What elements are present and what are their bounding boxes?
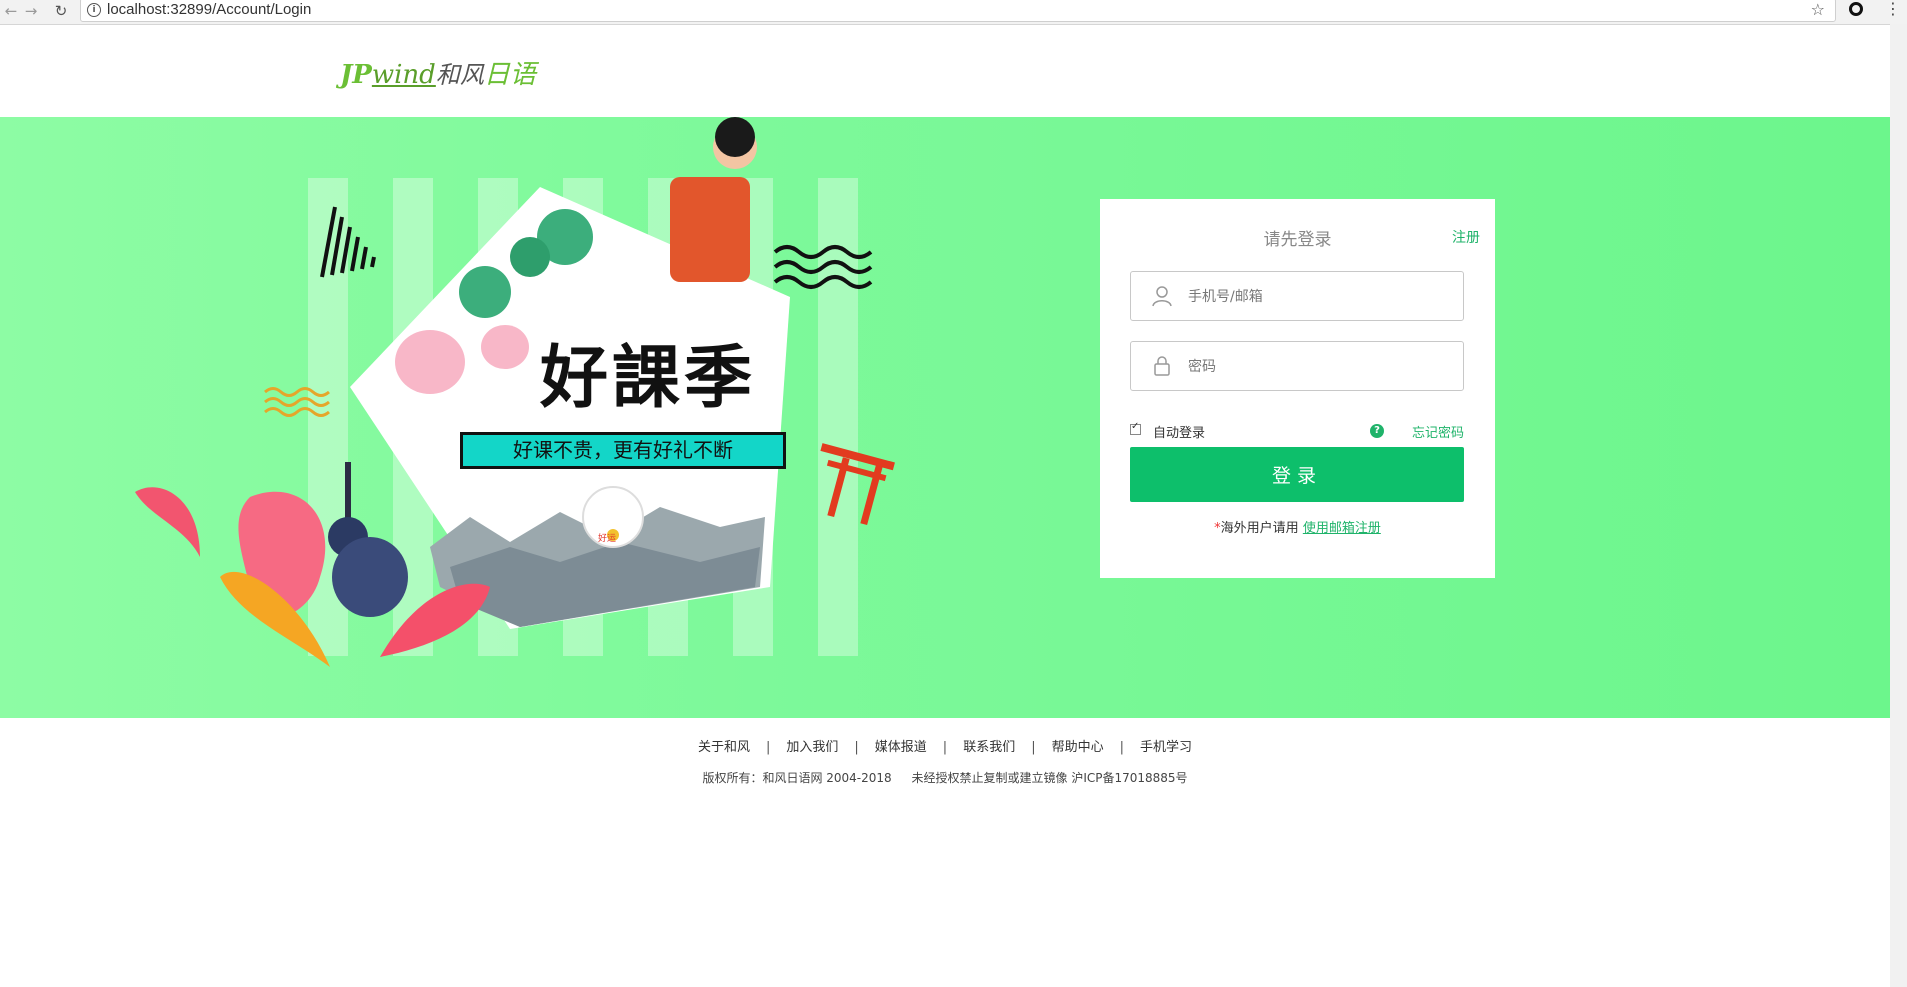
footer-link-help[interactable]: 帮助中心 bbox=[1036, 740, 1120, 755]
banner-headline: 好課季 bbox=[540, 338, 757, 418]
banner-illustration: 好运 bbox=[135, 117, 895, 667]
extension-icon[interactable] bbox=[1849, 2, 1863, 16]
password-input[interactable] bbox=[1186, 354, 1450, 380]
footer-divider: | bbox=[1031, 740, 1036, 755]
forgot-password-link[interactable]: 忘记密码 bbox=[1412, 422, 1464, 441]
petal-decoration bbox=[135, 487, 200, 557]
bookmark-star-icon[interactable]: ☆ bbox=[1811, 0, 1825, 19]
copyright: 版权所有：和风日语网 2004-2018 未经授权禁止复制或建立镜像 沪ICP备… bbox=[0, 769, 1890, 786]
wave-decoration bbox=[773, 275, 873, 289]
username-input[interactable] bbox=[1186, 284, 1450, 310]
overseas-register-note: *海外用户请用 使用邮箱注册 bbox=[1100, 517, 1495, 536]
banner-tagline: 好课不贵，更有好礼不断 bbox=[460, 432, 786, 469]
page-scrollbar[interactable] bbox=[1890, 24, 1907, 987]
reload-icon[interactable]: ↻ bbox=[50, 1, 72, 21]
login-button[interactable]: 登录 bbox=[1130, 447, 1464, 502]
footer-nav: 关于和风 | 加入我们 | 媒体报道 | 联系我们 | 帮助中心 | 手机学习 bbox=[0, 736, 1890, 755]
register-link[interactable]: 注册 bbox=[1452, 227, 1480, 247]
pine-tree bbox=[459, 266, 511, 318]
triangle-stripes bbox=[320, 206, 376, 278]
footer-link-join[interactable]: 加入我们 bbox=[770, 740, 854, 755]
back-icon[interactable]: ← bbox=[0, 1, 22, 21]
forward-icon[interactable]: → bbox=[20, 1, 42, 21]
torii-gate bbox=[820, 443, 895, 526]
wave-decoration bbox=[773, 260, 873, 274]
help-icon[interactable]: ? bbox=[1370, 424, 1384, 438]
wave-decoration bbox=[264, 397, 330, 407]
footer-link-mobile[interactable]: 手机学习 bbox=[1124, 740, 1208, 755]
wave-decoration bbox=[773, 245, 873, 259]
lantern bbox=[481, 325, 529, 369]
info-icon[interactable]: i bbox=[87, 3, 101, 17]
user-icon bbox=[1152, 286, 1172, 307]
geisha-figure bbox=[670, 177, 750, 282]
geisha-hair bbox=[715, 117, 755, 157]
footer-link-about[interactable]: 关于和风 bbox=[682, 740, 766, 755]
auto-login-label[interactable]: 自动登录 bbox=[1153, 422, 1205, 441]
logo-tail-text: 日语 bbox=[483, 60, 536, 90]
wave-decoration bbox=[264, 387, 330, 397]
footer-link-media[interactable]: 媒体报道 bbox=[859, 740, 943, 755]
wave-decoration bbox=[264, 407, 330, 417]
icp-notice: 未经授权禁止复制或建立镜像 沪ICP备17018885号 bbox=[911, 771, 1188, 785]
lock-icon bbox=[1154, 356, 1170, 376]
lantern bbox=[395, 330, 465, 394]
copyright-text: 版权所有：和风日语网 2004-2018 bbox=[702, 771, 892, 785]
lucky-cat-text: 好运 bbox=[598, 532, 616, 544]
login-title: 请先登录 bbox=[1263, 230, 1332, 250]
address-bar[interactable]: i localhost:32899/Account/Login ☆ bbox=[80, 0, 1836, 22]
email-register-link[interactable]: 使用邮箱注册 bbox=[1303, 521, 1381, 536]
logo-wind-text: wind bbox=[371, 60, 436, 90]
browser-toolbar: ← → ↻ i localhost:32899/Account/Login ☆ … bbox=[0, 0, 1907, 25]
promo-banner: 好运 好課季 好课不贵，更有好礼不断 请先登录 注册 自动登录 ? 忘记密码 bbox=[0, 117, 1890, 718]
login-options: 自动登录 ? 忘记密码 bbox=[1130, 421, 1464, 441]
url-text[interactable]: localhost:32899/Account/Login bbox=[107, 1, 311, 18]
username-field[interactable] bbox=[1130, 271, 1464, 321]
footer-link-contact[interactable]: 联系我们 bbox=[947, 740, 1031, 755]
tv-tower bbox=[328, 462, 408, 617]
site-logo[interactable]: JPwind和风日语 bbox=[340, 54, 536, 94]
logo-jp-text: JP bbox=[340, 60, 372, 90]
pine-tree bbox=[510, 237, 550, 277]
logo-cn-text: 和风 bbox=[435, 61, 484, 89]
login-card: 请先登录 注册 自动登录 ? 忘记密码 登录 *海外用户请用 使用邮箱注册 bbox=[1100, 199, 1495, 578]
overseas-text: 海外用户请用 bbox=[1220, 521, 1299, 536]
auto-login-checkbox[interactable] bbox=[1130, 421, 1141, 435]
password-field[interactable] bbox=[1130, 341, 1464, 391]
browser-menu-icon[interactable]: ⋮ bbox=[1885, 0, 1901, 18]
